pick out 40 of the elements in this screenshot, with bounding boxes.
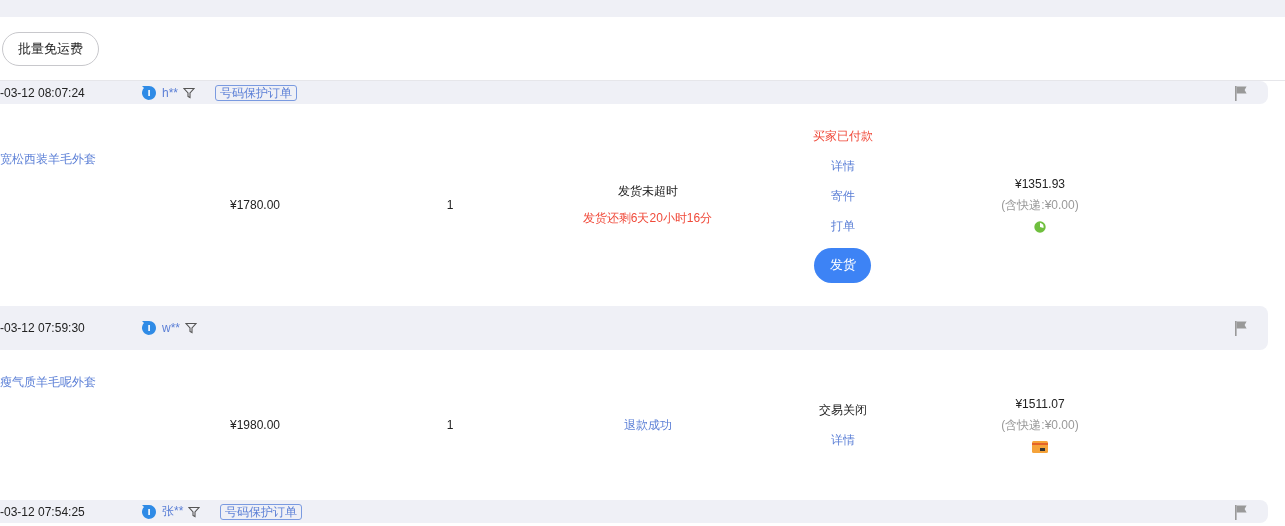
order-time: -03-12 07:54:25 — [0, 504, 86, 519]
order-tag: 号码保护订单 — [215, 84, 297, 101]
flag-icon[interactable] — [1234, 503, 1248, 520]
order-tag: 号码保护订单 — [220, 503, 303, 520]
unit-price: ¥1780.00 — [228, 198, 282, 212]
shipping-status-link[interactable]: 退款成功 — [623, 416, 672, 434]
order-action-link[interactable]: 打单 — [830, 217, 855, 235]
order-action-text: 交易关闭 — [818, 401, 867, 419]
product-title-link[interactable]: 瘦气质羊毛呢外套 — [0, 374, 160, 391]
quantity: 1 — [445, 418, 455, 432]
order-time: -03-12 08:07:24 — [0, 85, 86, 100]
buyer-name[interactable]: h** — [162, 85, 178, 100]
unit-price: ¥1980.00 — [228, 418, 282, 432]
flag-icon[interactable] — [1234, 84, 1248, 101]
product-title-link[interactable]: 宽松西装羊毛外套 — [0, 151, 160, 168]
bulk-free-shipping-button[interactable]: 批量免运费 — [2, 31, 99, 66]
buyer-icon[interactable] — [141, 84, 157, 101]
ship-button[interactable]: 发货 — [814, 247, 871, 283]
filter-icon[interactable] — [188, 505, 201, 518]
flag-icon[interactable] — [1234, 320, 1248, 336]
order-total: ¥1511.07 — [1015, 396, 1065, 411]
filter-icon[interactable] — [185, 322, 197, 334]
order-total: ¥1351.93 — [1014, 176, 1066, 191]
shipping-status-text: 发货未超时 — [617, 183, 678, 200]
payment-icon — [1032, 219, 1048, 234]
shipping-fee: (含快递:¥0.00) — [1001, 196, 1079, 214]
shipping-status-warning-text: 发货还剩6天20小时16分 — [582, 210, 713, 227]
quantity: 1 — [445, 198, 455, 212]
card-icon — [1032, 439, 1048, 454]
shipping-fee: (含快递:¥0.00) — [1001, 416, 1079, 434]
buyer-icon[interactable] — [141, 320, 157, 336]
buyer-icon[interactable] — [141, 503, 157, 520]
order-time: -03-12 07:59:30 — [0, 321, 86, 335]
order-action-link[interactable]: 详情 — [830, 431, 855, 449]
order-action-link[interactable]: 详情 — [830, 157, 855, 175]
buyer-name[interactable]: w** — [162, 321, 180, 335]
buyer-name[interactable]: 张** — [162, 503, 184, 520]
order-action-link[interactable]: 寄件 — [830, 187, 855, 205]
order-action-warning-text: 买家已付款 — [812, 127, 873, 145]
filter-icon[interactable] — [183, 86, 195, 99]
